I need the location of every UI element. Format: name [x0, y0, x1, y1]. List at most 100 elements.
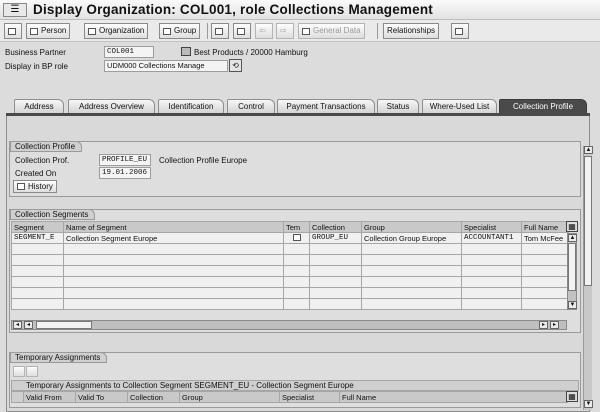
- person-button[interactable]: Person: [26, 23, 71, 39]
- collection-profile-label: Collection Prof.: [15, 156, 70, 165]
- table-header-row: Valid From Valid To Collection Group Spe…: [11, 391, 568, 403]
- tab-payment-transactions[interactable]: Payment Transactions: [277, 99, 375, 113]
- open-folder-icon[interactable]: [211, 23, 229, 39]
- group-name-cell[interactable]: Collection Group Europe: [361, 232, 462, 244]
- column-header-collection[interactable]: Collection: [309, 221, 362, 233]
- full-name-cell[interactable]: Tom McFee: [521, 232, 569, 244]
- history-button[interactable]: History: [13, 180, 57, 193]
- column-header-valid-to[interactable]: Valid To: [75, 391, 128, 403]
- scroll-right-icon[interactable]: ▸: [539, 321, 548, 329]
- table-header-row: Segment Name of Segment Tem Collection G…: [11, 221, 569, 233]
- temporary-assignments-title: Temporary Assignments: [10, 352, 108, 363]
- tab-address[interactable]: Address: [14, 99, 64, 113]
- column-header-specialist[interactable]: Specialist: [279, 391, 340, 403]
- column-header-group[interactable]: Group: [361, 221, 462, 233]
- column-header-full-name[interactable]: Full Name: [521, 221, 569, 233]
- scroll-first-icon[interactable]: ◂: [13, 321, 22, 329]
- bp-role-label: Display in BP role: [5, 62, 68, 71]
- temporary-assignments-table: Valid From Valid To Collection Group Spe…: [11, 391, 568, 403]
- window-title: Display Organization: COL001, role Colle…: [33, 2, 433, 17]
- switch-icon[interactable]: [4, 23, 22, 39]
- application-toolbar: Person Organization Group ⇦ ⇨ General Da…: [0, 20, 600, 42]
- created-on-field[interactable]: 19.01.2006: [99, 167, 151, 179]
- tab-control[interactable]: Control: [227, 99, 275, 113]
- scroll-thumb[interactable]: [36, 321, 92, 329]
- business-partner-field[interactable]: COL001: [104, 46, 154, 58]
- scroll-up-icon[interactable]: ▲: [584, 146, 593, 154]
- table-vertical-scrollbar[interactable]: ▲ ▼: [567, 233, 577, 310]
- tab-where-used-list[interactable]: Where-Used List: [422, 99, 497, 113]
- tab-status[interactable]: Status: [377, 99, 419, 113]
- temporary-assignments-caption: Temporary Assignments to Collection Segm…: [26, 381, 354, 390]
- column-header-group[interactable]: Group: [179, 391, 280, 403]
- new-document-icon: [30, 27, 38, 35]
- template-cell[interactable]: [283, 232, 310, 244]
- business-partner-label: Business Partner: [5, 48, 66, 57]
- table-row[interactable]: [11, 254, 569, 266]
- table-horizontal-scrollbar[interactable]: ◂ ◂ ▸ ▸: [11, 320, 567, 330]
- scroll-down-icon[interactable]: ▼: [584, 400, 593, 408]
- calendar-icon[interactable]: [292, 233, 301, 241]
- bp-role-dropdown[interactable]: UDM000 Collections Manage: [104, 60, 228, 72]
- table-settings-icon[interactable]: ▦: [566, 391, 578, 402]
- previous-icon[interactable]: ⇦: [255, 23, 273, 39]
- business-partner-description: Best Products / 20000 Hamburg: [194, 48, 308, 57]
- column-header-tem[interactable]: Tem: [283, 221, 310, 233]
- building-icon: [181, 47, 191, 56]
- delete-entry-icon[interactable]: [26, 366, 38, 377]
- table-row[interactable]: [11, 298, 569, 310]
- relationships-button[interactable]: Relationships: [383, 23, 440, 39]
- segment-name-cell[interactable]: Collection Segment Europe: [63, 232, 284, 244]
- new-document-icon: [88, 27, 96, 35]
- collection-segments-title: Collection Segments: [10, 209, 96, 220]
- column-header-valid-from[interactable]: Valid From: [23, 391, 76, 403]
- scroll-up-icon[interactable]: ▲: [568, 234, 577, 242]
- tab-identification[interactable]: Identification: [158, 99, 224, 113]
- table-row[interactable]: [11, 287, 569, 299]
- tab-address-overview[interactable]: Address Overview: [68, 99, 155, 113]
- edit-pencil-icon[interactable]: [233, 23, 251, 39]
- main-vertical-scrollbar[interactable]: ▲ ▼: [583, 146, 593, 410]
- switch-role-icon[interactable]: ⟲: [229, 59, 242, 72]
- column-header-full-name[interactable]: Full Name: [339, 391, 568, 403]
- general-data-button[interactable]: General Data: [298, 23, 365, 39]
- collection-profile-description: Collection Profile Europe: [159, 156, 248, 165]
- document-icon: [302, 27, 310, 35]
- table-row[interactable]: SEGMENT_E Collection Segment Europe GROU…: [11, 232, 569, 244]
- scroll-last-icon[interactable]: ▸: [550, 321, 559, 329]
- copy-icon[interactable]: [451, 23, 469, 39]
- add-entry-icon[interactable]: [13, 366, 25, 377]
- table-row[interactable]: [11, 243, 569, 255]
- column-header-segment[interactable]: Segment: [11, 221, 64, 233]
- scroll-left-icon[interactable]: ◂: [24, 321, 33, 329]
- collection-segments-table: Segment Name of Segment Tem Collection G…: [11, 221, 569, 310]
- table-settings-icon[interactable]: ▦: [566, 221, 578, 232]
- tab-collection-profile[interactable]: Collection Profile: [499, 99, 587, 113]
- column-header-collection[interactable]: Collection: [127, 391, 180, 403]
- temporary-assignments-group: Temporary Assignments Temporary Assignme…: [9, 352, 581, 408]
- column-header-name-of-segment[interactable]: Name of Segment: [63, 221, 284, 233]
- organization-button[interactable]: Organization: [84, 23, 149, 39]
- table-row[interactable]: [11, 276, 569, 288]
- scroll-down-icon[interactable]: ▼: [568, 301, 577, 309]
- tab-strip: Address Address Overview Identification …: [6, 99, 590, 113]
- row-selector-header[interactable]: [11, 391, 24, 403]
- collection-profile-field[interactable]: PROFILE_EU: [99, 154, 151, 166]
- specialist-cell[interactable]: ACCOUNTANT1: [461, 232, 522, 244]
- new-document-icon: [163, 27, 171, 35]
- next-icon[interactable]: ⇨: [276, 23, 294, 39]
- system-menu-icon[interactable]: ☰: [3, 3, 27, 17]
- segment-cell[interactable]: SEGMENT_E: [11, 232, 64, 244]
- group-button[interactable]: Group: [159, 23, 201, 39]
- collection-segments-group: Collection Segments Segment Name of Segm…: [9, 209, 581, 333]
- created-on-label: Created On: [15, 169, 57, 178]
- collection-profile-group: Collection Profile Collection Prof. PROF…: [9, 141, 581, 197]
- table-row[interactable]: [11, 265, 569, 277]
- column-header-specialist[interactable]: Specialist: [461, 221, 522, 233]
- title-bar: ☰ Display Organization: COL001, role Col…: [0, 0, 600, 20]
- history-icon: [17, 183, 25, 190]
- collection-group-cell[interactable]: GROUP_EU: [309, 232, 362, 244]
- collection-profile-title: Collection Profile: [10, 141, 83, 152]
- scroll-thumb[interactable]: [568, 243, 576, 291]
- scroll-thumb[interactable]: [584, 156, 592, 286]
